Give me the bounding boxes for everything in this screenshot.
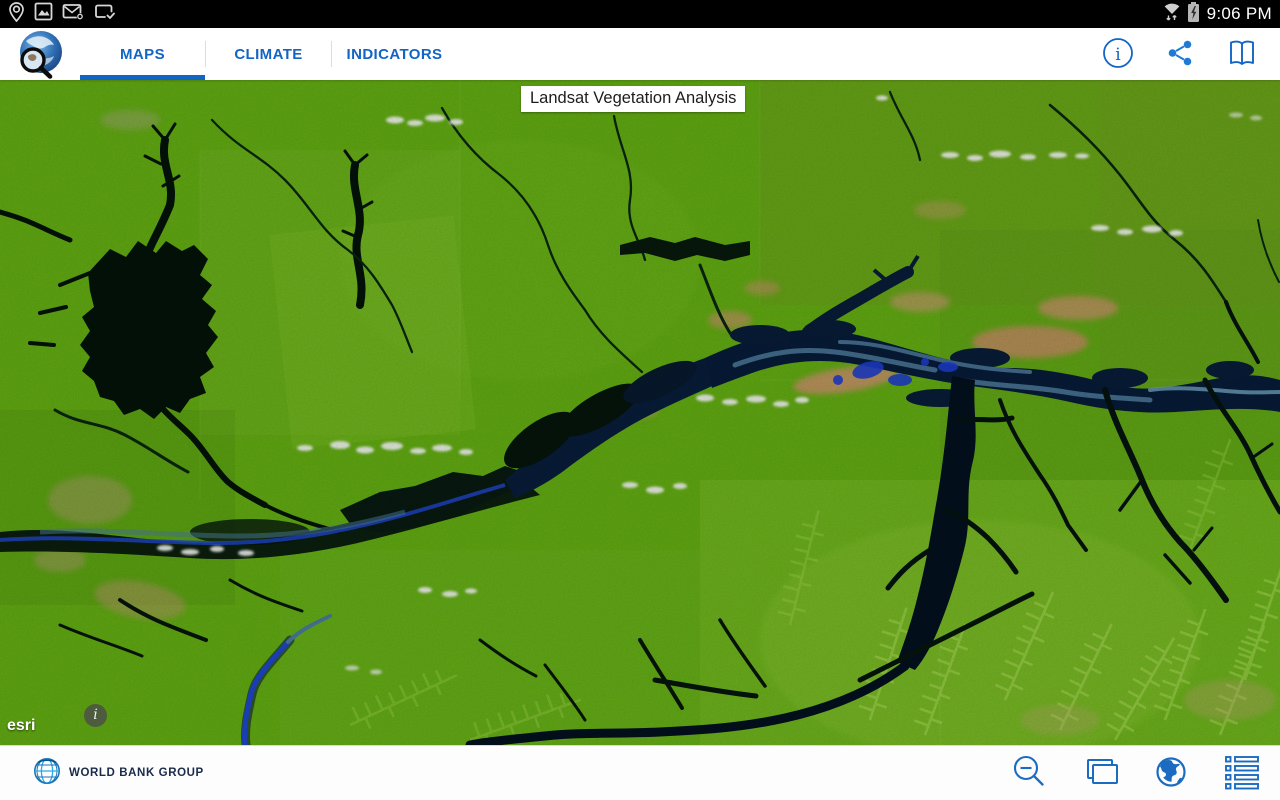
share-icon — [1165, 38, 1195, 71]
info-glyph: i — [93, 707, 98, 723]
map-tools — [1009, 753, 1264, 793]
tab-indicators-label: INDICATORS — [346, 45, 443, 63]
location-icon — [8, 1, 25, 27]
status-notification-icons — [8, 0, 115, 28]
esri-attribution: esri — [7, 717, 36, 734]
email-icon — [62, 2, 85, 26]
bottom-toolbar: WORLD BANK GROUP — [0, 745, 1280, 800]
legend-button[interactable] — [1222, 753, 1262, 793]
zoom-out-icon — [1011, 754, 1047, 793]
globe-button[interactable] — [1151, 753, 1191, 793]
wifi-icon — [1162, 1, 1182, 27]
active-tab-indicator — [80, 75, 205, 80]
tab-maps-label: MAPS — [120, 45, 165, 63]
app-screen: 9:06 PM MAPS CLIMATE INDICATORS i Landsa… — [0, 0, 1280, 800]
book-icon — [1226, 38, 1258, 71]
globe-icon — [1153, 754, 1189, 793]
screen-share-icon — [94, 3, 115, 26]
satellite-imagery — [0, 80, 1280, 745]
basemaps-icon — [1081, 755, 1119, 792]
app-toolbar: MAPS CLIMATE INDICATORS i — [0, 28, 1280, 80]
world-bank-brand: WORLD BANK GROUP — [33, 757, 204, 790]
zoom-out-button[interactable] — [1009, 753, 1049, 793]
info-icon: i — [1102, 37, 1134, 72]
guide-button[interactable] — [1222, 34, 1262, 74]
app-logo[interactable] — [0, 28, 80, 80]
tab-indicators[interactable]: INDICATORS — [332, 28, 457, 80]
map-info-button[interactable]: i — [84, 704, 107, 727]
tab-climate[interactable]: CLIMATE — [206, 28, 331, 80]
gallery-icon — [34, 2, 53, 26]
map-title-overlay: Landsat Vegetation Analysis — [521, 86, 746, 112]
battery-charging-icon — [1187, 1, 1200, 28]
world-bank-globe-icon — [33, 757, 61, 790]
world-bank-label: WORLD BANK GROUP — [69, 767, 204, 779]
tab-strip: MAPS CLIMATE INDICATORS — [80, 28, 457, 80]
map-canvas[interactable]: Landsat Vegetation Analysis esri i — [0, 80, 1280, 745]
svg-text:i: i — [1115, 45, 1121, 65]
legend-icon — [1223, 754, 1261, 793]
tab-maps[interactable]: MAPS — [80, 28, 205, 80]
basemaps-button[interactable] — [1080, 753, 1120, 793]
info-button[interactable]: i — [1098, 34, 1138, 74]
tab-climate-label: CLIMATE — [234, 45, 303, 63]
android-status-bar: 9:06 PM — [0, 0, 1280, 28]
toolbar-actions: i — [1098, 28, 1280, 80]
status-clock: 9:06 PM — [1206, 4, 1272, 23]
status-system-icons: 9:06 PM — [1162, 0, 1272, 28]
share-button[interactable] — [1160, 34, 1200, 74]
